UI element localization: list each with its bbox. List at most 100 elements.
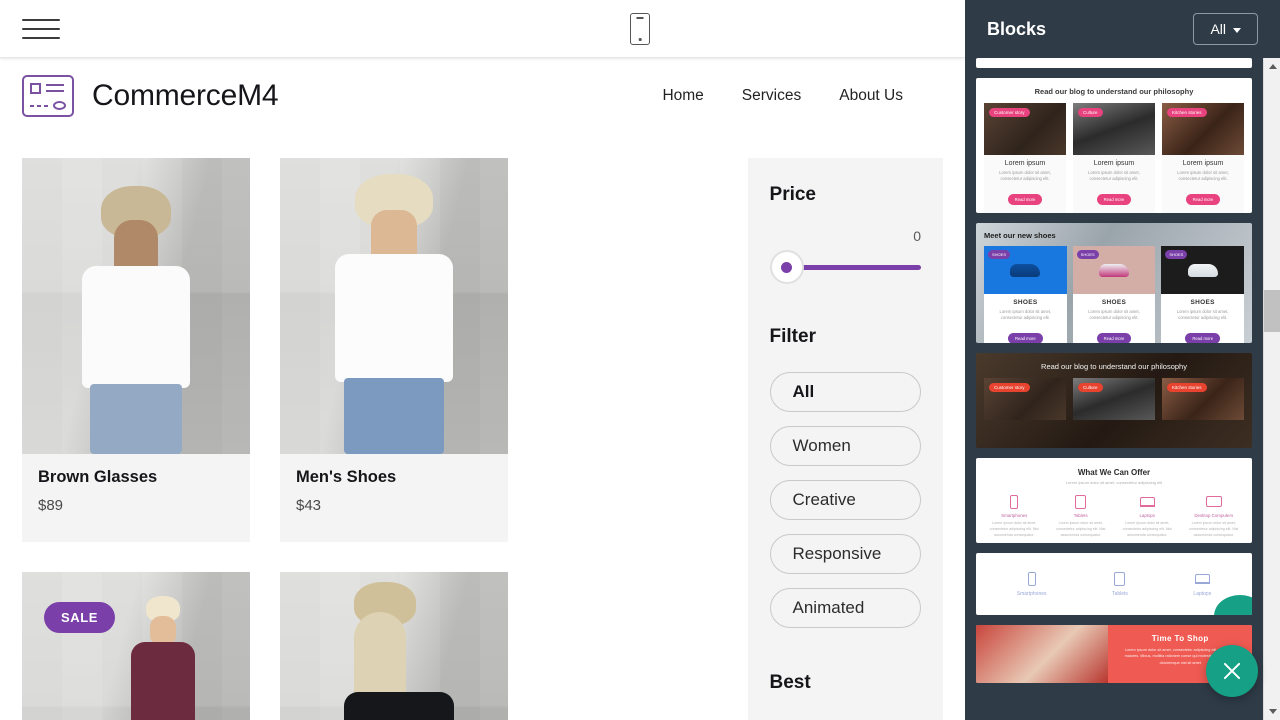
desktop-icon	[1205, 496, 1222, 507]
block-card-button: Read more	[1096, 193, 1132, 205]
block-card-tag: Customer story	[989, 383, 1030, 392]
product-grid: Brown Glasses $89 Men's Shoes $43 SALE	[22, 158, 716, 720]
block-feature-name: Tablets	[1073, 513, 1088, 518]
block-feature: Smartphones Lorem ipsum dolor sit amet, …	[984, 494, 1045, 538]
laptop-icon	[1139, 496, 1155, 507]
sale-badge: SALE	[44, 602, 116, 633]
block-card-body: Lorem ipsum dolor sit amet, consectetur …	[1088, 170, 1140, 182]
product-price: $43	[296, 497, 492, 514]
price-slider-handle[interactable]	[769, 250, 804, 284]
product-card[interactable]: SALE Blue Backpack $68 $136	[22, 572, 250, 720]
smartphone-icon	[1010, 494, 1019, 509]
block-heading: Time To Shop	[1151, 634, 1209, 643]
price-current: $43	[296, 497, 322, 514]
block-card: Culture Lorem ipsum Lorem ipsum dolor si…	[1073, 103, 1155, 213]
filter-pill-all[interactable]: All	[769, 372, 921, 412]
block-feature-name: Smartphones	[1001, 513, 1028, 518]
blocks-panel: Blocks All Read our blog to understand o…	[965, 0, 1280, 720]
block-thumbnail-shoes[interactable]: Meet our new shoes SHOES SHOES Lorem ips…	[976, 223, 1252, 343]
block-feature-body: Lorem ipsum dolor sit amet, consectetur …	[1189, 521, 1239, 537]
block-card-tag: Culture	[1078, 108, 1103, 117]
block-card-tag: Kitchen stories	[1167, 108, 1207, 117]
block-image	[976, 625, 1109, 683]
block-feature-body: Lorem ipsum dolor sit amet, consectetur …	[1122, 521, 1172, 537]
tablet-icon	[1114, 571, 1126, 586]
laptop-icon	[1194, 573, 1210, 584]
block-card-button: Read more	[1096, 332, 1132, 343]
block-thumbnail[interactable]	[976, 58, 1252, 68]
site-menu: Home Services About Us	[662, 87, 943, 105]
block-card-title: SHOES	[1190, 299, 1215, 306]
nav-item-home[interactable]: Home	[662, 87, 703, 105]
block-subheading: Lorem ipsum dolor sit amet, consectetur …	[1065, 480, 1163, 485]
product-title: Brown Glasses	[38, 468, 158, 486]
product-card[interactable]	[280, 572, 508, 720]
scrollbar-thumb[interactable]	[1264, 290, 1280, 332]
filter-pill-women[interactable]: Women	[769, 426, 921, 466]
blocks-panel-header: Blocks All	[965, 0, 1280, 58]
site-navbar: CommerceM4 Home Services About Us	[0, 58, 965, 134]
nav-item-services[interactable]: Services	[742, 87, 801, 105]
block-card-tag: Culture	[1078, 383, 1103, 392]
block-card-button: Read more	[1185, 332, 1221, 343]
block-thumbnail-offer[interactable]: What We Can Offer Lorem ipsum dolor sit …	[976, 458, 1252, 543]
decorative-blob	[1214, 595, 1252, 615]
filter-heading: Filter	[769, 326, 816, 347]
block-heading: Meet our new shoes	[984, 231, 1056, 240]
brand[interactable]: CommerceM4	[22, 75, 279, 117]
block-heading: Read our blog to understand our philosop…	[1041, 362, 1187, 371]
caret-up-icon[interactable]	[1264, 58, 1280, 75]
block-card-body: Lorem ipsum dolor sit amet, consectetur …	[1176, 309, 1229, 321]
blocks-panel-title: Blocks	[987, 18, 1047, 39]
block-card: SHOES SHOES Lorem ipsum dolor sit amet, …	[984, 246, 1067, 343]
block-card-button: Read more	[1007, 193, 1043, 205]
block-feature: Laptops	[1193, 571, 1211, 597]
filter-pill-responsive[interactable]: Responsive	[769, 534, 921, 574]
price-range-slider[interactable]	[769, 250, 921, 284]
product-info: Men's Shoes $43	[280, 454, 508, 542]
block-heading: Read our blog to understand our philosop…	[1034, 87, 1194, 96]
price-range-value: 0	[913, 228, 921, 244]
filter-pill-creative[interactable]: Creative	[769, 480, 921, 520]
blocks-scroll-area[interactable]: Read our blog to understand our philosop…	[965, 58, 1280, 720]
block-card-button: Read more	[1185, 193, 1221, 205]
block-thumbnail-blog-dark[interactable]: Read our blog to understand our philosop…	[976, 353, 1252, 448]
site-canvas: CommerceM4 Home Services About Us Brown …	[0, 58, 965, 720]
hamburger-menu-icon[interactable]	[22, 14, 60, 44]
close-panel-button[interactable]	[1206, 645, 1258, 697]
product-card[interactable]: Brown Glasses $89	[22, 158, 250, 542]
block-card-tag: SHOES	[1076, 250, 1099, 259]
product-image	[22, 158, 250, 454]
blocks-list: Read our blog to understand our philosop…	[965, 58, 1263, 720]
block-feature: Smartphones	[1017, 571, 1047, 597]
blocks-category-filter[interactable]: All	[1193, 13, 1258, 45]
block-card: SHOES SHOES Lorem ipsum dolor sit amet, …	[1161, 246, 1245, 343]
block-feature: Laptops Lorem ipsum dolor sit amet, cons…	[1117, 494, 1178, 538]
product-title: Men's Shoes	[296, 468, 397, 486]
block-feature-body: Lorem ipsum dolor sit amet, consectetur …	[1056, 521, 1106, 537]
block-card: Culture	[1073, 378, 1155, 420]
smartphone-icon	[1027, 571, 1036, 586]
best-heading: Best	[769, 672, 811, 693]
block-card-body: Lorem ipsum dolor sit amet, consectetur …	[999, 309, 1052, 321]
block-card: Kitchen stories	[1162, 378, 1244, 420]
price-slider-track[interactable]	[791, 264, 921, 270]
blocks-scrollbar[interactable]	[1263, 58, 1280, 720]
caret-down-icon[interactable]	[1264, 703, 1280, 720]
block-feature-name: Smartphones	[1016, 591, 1047, 597]
filter-pill-animated[interactable]: Animated	[769, 588, 921, 628]
block-feature-name: Laptops	[1139, 513, 1156, 518]
block-card: Kitchen stories Lorem ipsum Lorem ipsum …	[1162, 103, 1244, 213]
block-thumbnail-icons[interactable]: Smartphones Tablets Laptops	[976, 553, 1252, 615]
shop-section: Brown Glasses $89 Men's Shoes $43 SALE P…	[0, 134, 965, 720]
block-card-body: Lorem ipsum dolor sit amet, consectetur …	[1177, 170, 1229, 182]
block-card-title: Lorem ipsum	[1093, 160, 1135, 167]
product-card[interactable]: Men's Shoes $43	[280, 158, 508, 542]
mobile-phone-icon[interactable]	[622, 11, 658, 47]
block-card-button: Read more	[1007, 332, 1043, 343]
product-price: $89	[38, 497, 234, 514]
tablet-icon	[1075, 494, 1087, 509]
nav-item-about-us[interactable]: About Us	[839, 87, 903, 105]
block-thumbnail-blog-light[interactable]: Read our blog to understand our philosop…	[976, 78, 1252, 213]
block-feature: Tablets	[1112, 571, 1128, 597]
